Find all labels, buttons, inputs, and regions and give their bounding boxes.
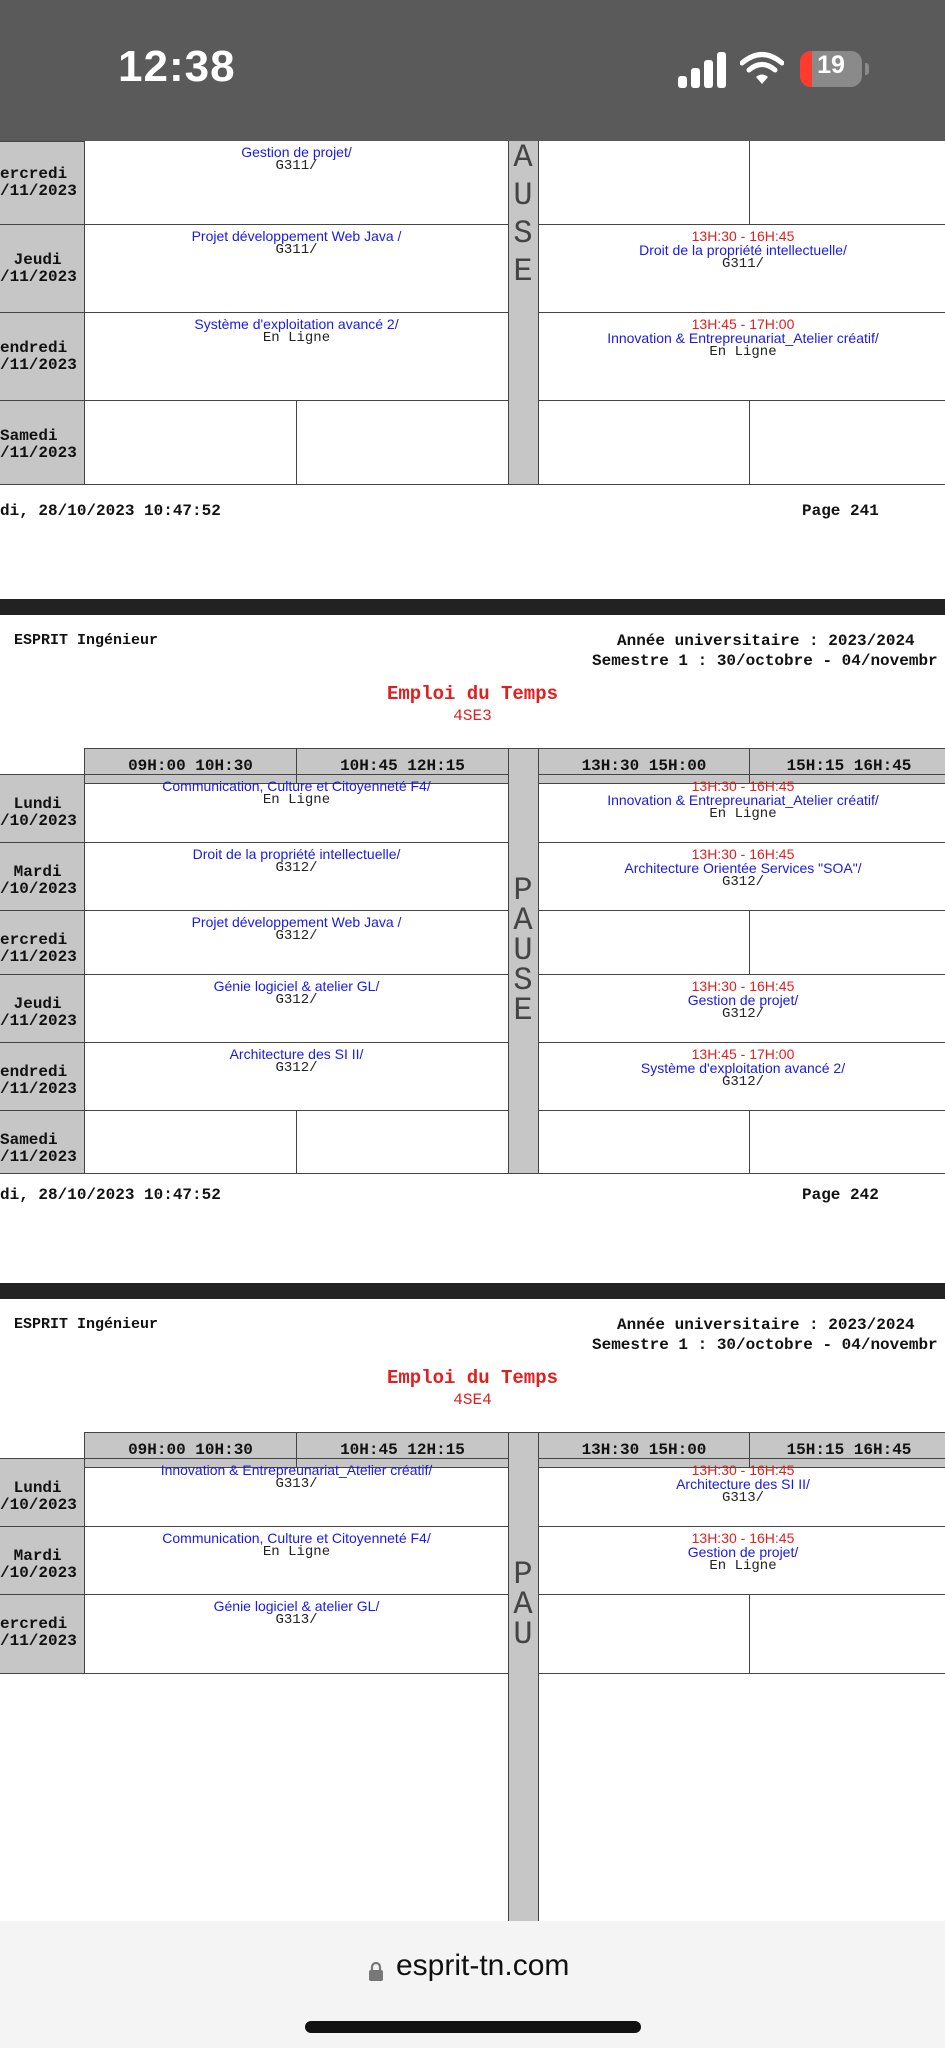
home-indicator[interactable] (305, 2021, 641, 2033)
day-label: Samedi/11/2023 (0, 1131, 77, 1166)
pause-letter: E (513, 992, 533, 1029)
pause-letter: U (513, 1616, 533, 1653)
pause-letter: U (513, 177, 533, 214)
day-label: Mardi/10/2023 (0, 863, 77, 898)
day-label: ercredi/11/2023 (0, 931, 77, 966)
course-entry: 13H:45 - 17H:00 Système d'exploitation a… (640, 1046, 846, 1090)
course-entry: Communication, Culture et Citoyenneté F4… (162, 1530, 431, 1560)
cellular-signal-icon (678, 52, 728, 88)
school-name: ESPRIT Ingénieur (14, 632, 159, 649)
course-entry: 13H:30 - 16H:45 Gestion de projet/ En Li… (687, 1530, 799, 1574)
timetable-title: Emploi du Temps (386, 683, 559, 705)
battery-cap (865, 63, 869, 75)
semester-range: Semestre 1 : 30/octobre - 04/novembr (592, 652, 938, 670)
footer-page-number: Page 242 (802, 1186, 879, 1204)
day-label: ercredi/11/2023 (0, 1615, 77, 1650)
course-entry: Projet développement Web Java / G312/ (191, 914, 402, 944)
page-separator (0, 599, 945, 615)
course-entry: Génie logiciel & atelier GL/ G313/ (213, 1598, 380, 1628)
pause-letter: S (513, 215, 533, 252)
battery-icon: 19 (800, 51, 862, 87)
school-name: ESPRIT Ingénieur (14, 1316, 159, 1333)
afternoon-cell (749, 141, 945, 225)
course-entry: 13H:45 - 17H:00 Innovation & Entrepreuna… (607, 316, 879, 360)
course-entry: 13H:30 - 16H:45 Gestion de projet/ G312/ (687, 978, 799, 1022)
class-code: 4SE4 (453, 1391, 492, 1409)
morning-cell (84, 1110, 297, 1174)
academic-year: Année universitaire : 2023/2024 (617, 632, 915, 650)
page-separator (0, 1283, 945, 1299)
day-label: Samedi/11/2023 (0, 427, 77, 462)
afternoon-cell (749, 1110, 945, 1174)
footer-timestamp: di, 28/10/2023 10:47:52 (0, 1186, 221, 1204)
course-entry: Génie logiciel & atelier GL/ G312/ (213, 978, 380, 1008)
course-entry: 13H:30 - 16H:45 Architecture des SI II/ … (676, 1462, 810, 1506)
morning-cell (84, 400, 297, 485)
course-entry: 13H:30 - 16H:45 Architecture Orientée Se… (624, 846, 862, 890)
footer-timestamp: di, 28/10/2023 10:47:52 (0, 502, 221, 520)
wifi-icon (740, 52, 784, 84)
course-entry: Projet développement Web Java / G311/ (191, 228, 402, 258)
lock-icon (369, 1961, 383, 1981)
day-label: endredi/11/2023 (0, 1063, 77, 1098)
pause-column (508, 1432, 539, 1921)
morning-cell (296, 1110, 509, 1174)
course-entry: 13H:30 - 16H:45 Innovation & Entrepreuna… (607, 778, 879, 822)
course-entry: Système d'exploitation avancé 2/ En Lign… (194, 316, 399, 346)
course-entry: Innovation & Entrepreunariat_Atelier cré… (160, 1462, 433, 1492)
afternoon-cell (749, 400, 945, 485)
day-label: ercredi/11/2023 (0, 165, 77, 200)
timetable-title: Emploi du Temps (386, 1367, 559, 1389)
day-label: Jeudi/11/2023 (0, 251, 77, 286)
afternoon-cell (538, 910, 750, 975)
pause-letter: E (513, 253, 533, 290)
course-entry: Architecture des SI II/ G312/ (229, 1046, 364, 1076)
afternoon-cell (538, 1110, 750, 1174)
class-code: 4SE3 (453, 707, 492, 725)
day-label: endredi/11/2023 (0, 339, 77, 374)
day-label: Mardi/10/2023 (0, 1547, 77, 1582)
afternoon-cell (538, 400, 750, 485)
course-entry: Droit de la propriété intellectuelle/ G3… (192, 846, 401, 876)
semester-range: Semestre 1 : 30/octobre - 04/novembr (592, 1336, 938, 1354)
afternoon-cell (749, 910, 945, 975)
afternoon-cell (749, 1594, 945, 1674)
url-domain[interactable]: esprit-tn.com (396, 1949, 569, 1983)
afternoon-cell (538, 141, 750, 225)
morning-cell (296, 400, 509, 485)
day-label: Jeudi/11/2023 (0, 995, 77, 1030)
status-bar: 12:38 19 (0, 0, 945, 141)
status-time: 12:38 (118, 42, 236, 91)
course-entry: Gestion de projet/ G311/ (241, 144, 352, 174)
day-label: Lundi/10/2023 (0, 1479, 77, 1514)
day-label: Lundi/10/2023 (0, 795, 77, 830)
pause-letter: A (513, 141, 533, 176)
address-bar[interactable]: esprit-tn.com (0, 1921, 945, 2048)
document-viewer[interactable]: ercredi/11/2023 Jeudi/11/2023 endredi/11… (0, 141, 945, 1921)
course-entry: Communication, Culture et Citoyenneté F4… (162, 778, 431, 808)
afternoon-cell (538, 1594, 750, 1674)
course-entry: 13H:30 - 16H:45 Droit de la propriété in… (639, 228, 847, 272)
battery-percent: 19 (817, 51, 845, 79)
footer-page-number: Page 241 (802, 502, 879, 520)
academic-year: Année universitaire : 2023/2024 (617, 1316, 915, 1334)
